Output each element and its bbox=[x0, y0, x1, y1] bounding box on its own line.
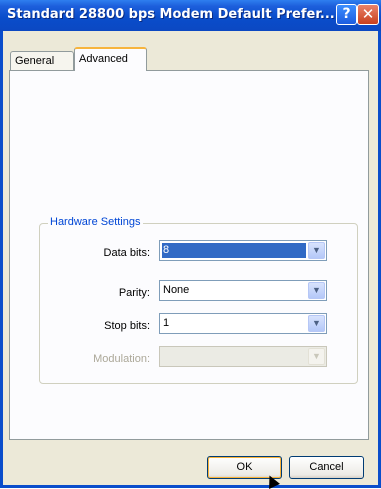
chevron-down-icon[interactable]: ▼ bbox=[308, 242, 325, 259]
tab-advanced[interactable]: Advanced bbox=[74, 47, 147, 71]
chevron-down-icon[interactable]: ▼ bbox=[308, 282, 325, 299]
data-bits-select[interactable]: 8 ▼ bbox=[159, 240, 327, 261]
parity-label: Parity: bbox=[118, 287, 150, 299]
window-title: Standard 28800 bps Modem Default Prefer.… bbox=[7, 7, 335, 22]
parity-value: None bbox=[163, 284, 190, 296]
cancel-button[interactable]: Cancel bbox=[289, 456, 364, 479]
close-icon: ✕ bbox=[361, 5, 375, 23]
help-button[interactable]: ? bbox=[336, 4, 357, 25]
chevron-down-icon[interactable]: ▼ bbox=[308, 315, 325, 332]
tab-general[interactable]: General bbox=[10, 51, 74, 70]
stop-bits-select[interactable]: 1 ▼ bbox=[159, 313, 327, 334]
close-button[interactable]: ✕ bbox=[357, 4, 379, 25]
stop-bits-value: 1 bbox=[163, 317, 170, 329]
help-icon: ? bbox=[342, 6, 351, 22]
parity-select[interactable]: None ▼ bbox=[159, 280, 327, 301]
modulation-select: ▼ bbox=[159, 346, 327, 367]
chevron-down-icon: ▼ bbox=[308, 348, 325, 365]
modulation-label: Modulation: bbox=[93, 353, 150, 365]
title-bar[interactable]: Standard 28800 bps Modem Default Prefer.… bbox=[0, 0, 381, 31]
stop-bits-label: Stop bits: bbox=[104, 320, 150, 332]
data-bits-label: Data bits: bbox=[103, 247, 150, 259]
data-bits-value: 8 bbox=[162, 243, 306, 258]
hardware-settings-legend: Hardware Settings bbox=[48, 216, 143, 228]
